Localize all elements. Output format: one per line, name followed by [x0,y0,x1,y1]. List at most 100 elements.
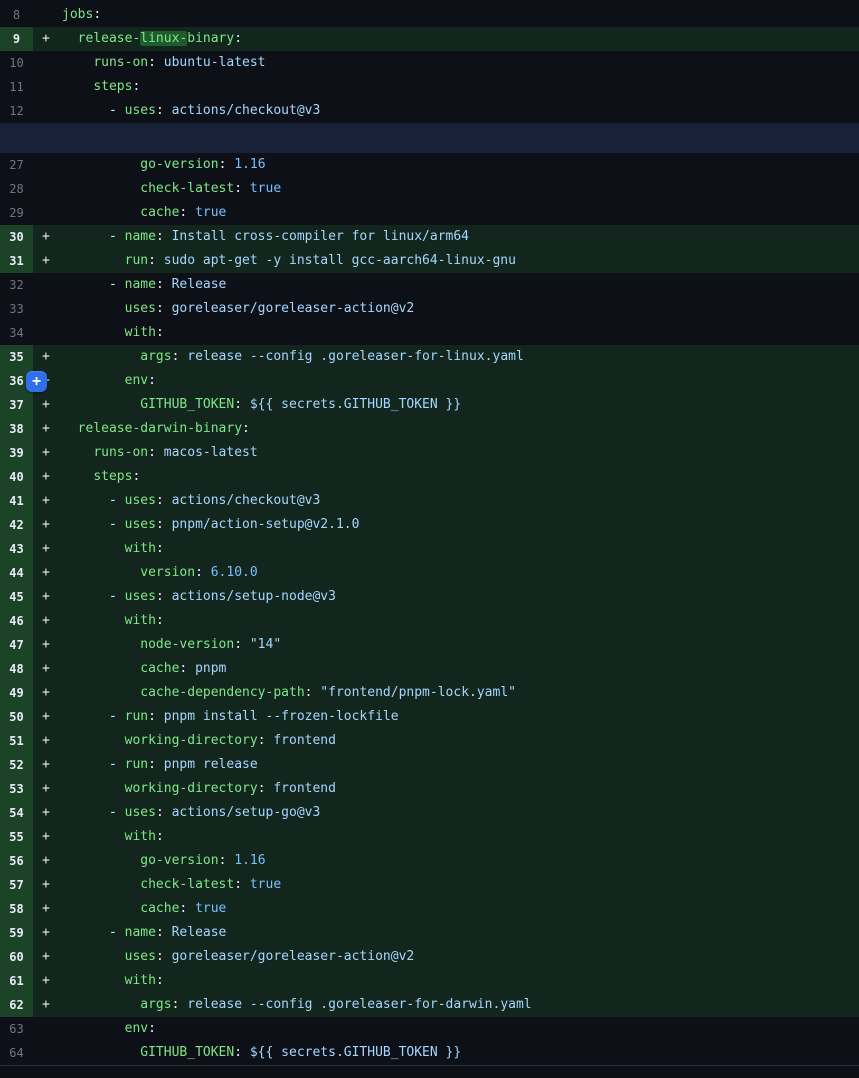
line-number[interactable]: 33 [0,297,33,321]
line-number[interactable]: 35 [0,345,33,369]
line-number[interactable]: 27 [0,153,33,177]
code-token [62,397,140,412]
line-number[interactable]: 57 [0,873,33,897]
line-number[interactable]: 32 [0,273,33,297]
line-number[interactable]: 31 [0,249,33,273]
diff-row: 52+ - run: pnpm release [0,753,859,777]
line-number[interactable]: 58 [0,897,33,921]
diff-row: 31+ run: sudo apt-get -y install gcc-aar… [0,249,859,273]
line-number[interactable]: 44 [0,561,33,585]
added-line-marker: + [33,873,62,897]
code-token [62,949,125,964]
code-token: uses [125,493,156,508]
code-token: : [234,397,242,412]
code-token: pnpm install --frozen-lockfile [156,709,399,724]
line-number[interactable]: 50 [0,705,33,729]
line-number[interactable]: 41 [0,489,33,513]
line-number[interactable]: 48 [0,657,33,681]
code-token: cache-dependency-path [140,685,304,700]
code-token: : [234,637,242,652]
line-number[interactable]: 54 [0,801,33,825]
expand-hunk-bar[interactable] [0,123,859,153]
code-token [62,469,93,484]
diff-row: 46+ with: [0,609,859,633]
code-token: Release [164,925,227,940]
code-line: steps: [62,465,140,489]
line-number[interactable]: 42 [0,513,33,537]
code-token: : [148,1021,156,1036]
line-number[interactable]: 49 [0,681,33,705]
added-line-marker: + [33,945,62,969]
line-number[interactable]: 12 [0,99,33,123]
code-token: working-directory [125,733,258,748]
code-token: runs-on [93,55,148,70]
line-number[interactable]: 9 [0,27,33,51]
code-token: uses [125,301,156,316]
code-line: args: release --config .goreleaser-for-d… [62,993,532,1017]
diff-row: 9+ release-linux-binary: [0,27,859,51]
code-token: args [140,997,171,1012]
code-token: : [156,589,164,604]
line-number[interactable]: 47 [0,633,33,657]
line-number[interactable]: 29 [0,201,33,225]
code-token: uses [125,517,156,532]
code-token: "14" [242,637,281,652]
line-number[interactable]: 56 [0,849,33,873]
diff-row: 29 cache: true [0,201,859,225]
code-token: name [125,925,156,940]
line-number[interactable]: 62 [0,993,33,1017]
line-number[interactable]: 8 [0,3,33,27]
line-number[interactable]: 30 [0,225,33,249]
line-number[interactable]: 45 [0,585,33,609]
diff-row: 54+ - uses: actions/setup-go@v3 [0,801,859,825]
line-number[interactable]: 43 [0,537,33,561]
code-token [62,373,125,388]
line-number[interactable]: 51 [0,729,33,753]
line-number[interactable]: 60 [0,945,33,969]
line-number[interactable]: 37 [0,393,33,417]
code-token: runs-on [93,445,148,460]
diff-row: 10 runs-on: ubuntu-latest [0,51,859,75]
code-token: pnpm release [156,757,258,772]
line-number[interactable]: 46 [0,609,33,633]
code-token: release --config .goreleaser-for-darwin.… [179,997,531,1012]
line-number[interactable]: 53 [0,777,33,801]
add-comment-button[interactable]: + [26,371,47,392]
code-token: with [125,325,156,340]
added-line-marker: + [33,27,62,51]
diff-hunk: 27 go-version: 1.1628 check-latest: true… [0,153,859,1065]
code-token: - [62,757,125,772]
diff-row: 55+ with: [0,825,859,849]
code-token [62,637,140,652]
code-line: with: [62,825,164,849]
code-token: : [156,301,164,316]
code-token [62,733,125,748]
line-number[interactable]: 61 [0,969,33,993]
code-line: go-version: 1.16 [62,153,266,177]
line-number[interactable]: 34 [0,321,33,345]
line-number[interactable]: 52 [0,753,33,777]
line-number[interactable]: 59 [0,921,33,945]
line-number[interactable]: 40 [0,465,33,489]
line-number[interactable]: 10 [0,51,33,75]
line-number[interactable]: 38 [0,417,33,441]
added-line-marker: + [33,777,62,801]
line-number[interactable]: 28 [0,177,33,201]
diff-row: 32 - name: Release [0,273,859,297]
code-line: runs-on: ubuntu-latest [62,51,266,75]
line-number[interactable]: 39 [0,441,33,465]
code-token: - [62,103,125,118]
code-token [62,157,140,172]
code-token [62,1021,125,1036]
code-line: cache: true [62,897,226,921]
code-token: : [156,805,164,820]
line-number[interactable]: 63 [0,1017,33,1041]
diff-row: 35+ args: release --config .goreleaser-f… [0,345,859,369]
line-number[interactable]: 11 [0,75,33,99]
line-number[interactable]: 64 [0,1041,33,1065]
diff-row: 34 with: [0,321,859,345]
code-token: : [234,181,242,196]
code-line: go-version: 1.16 [62,849,266,873]
line-number[interactable]: 55 [0,825,33,849]
code-line: - uses: actions/checkout@v3 [62,99,320,123]
